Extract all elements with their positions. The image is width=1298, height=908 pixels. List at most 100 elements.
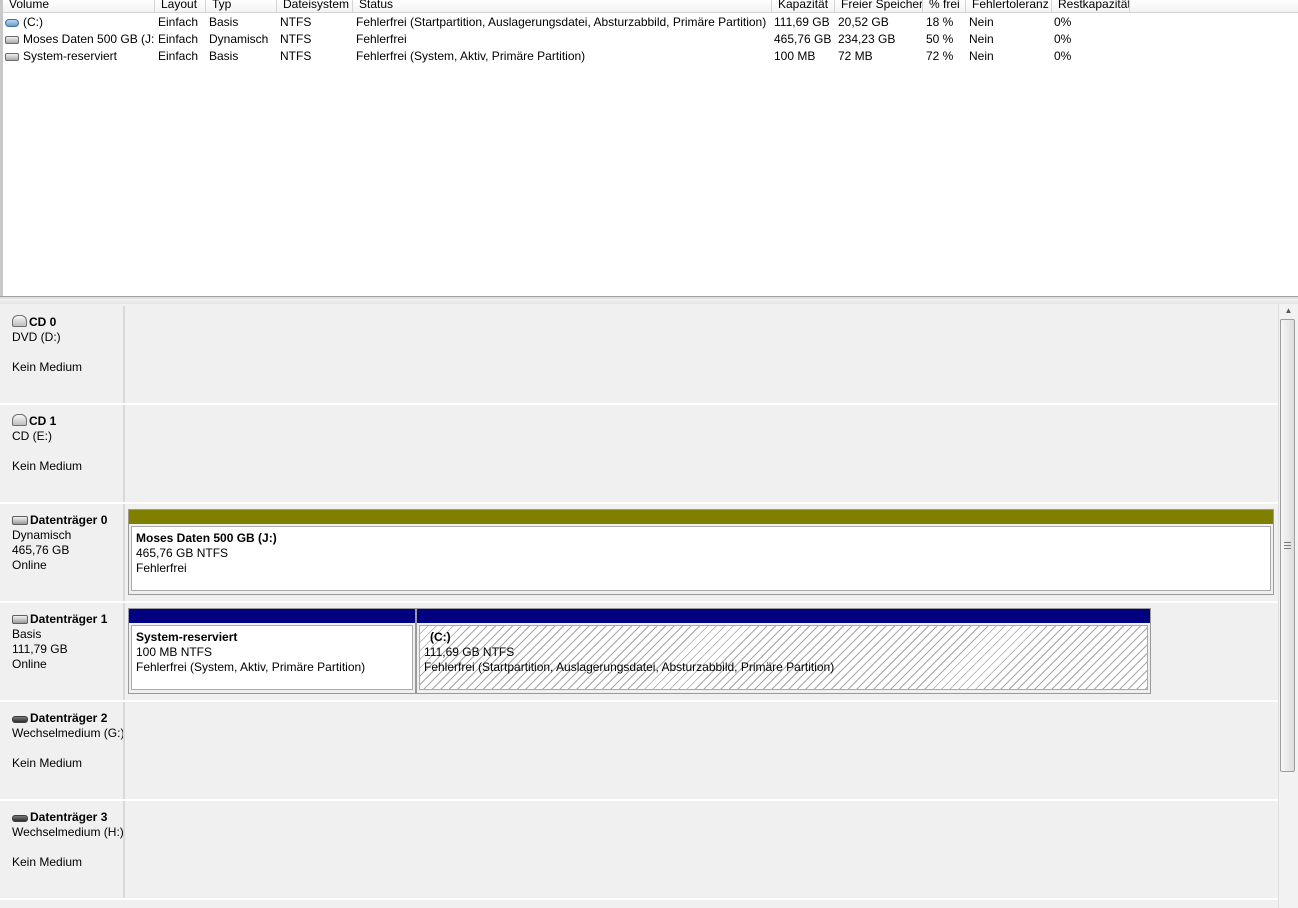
type-cell: Dynamisch [209, 32, 269, 46]
hard-drive-icon [5, 36, 19, 44]
disk-spacer [12, 444, 123, 459]
disk-type: Wechselmedium (H:) [12, 825, 124, 839]
fault-tolerance-cell: Nein [969, 15, 994, 29]
disk-row-cd0[interactable]: CD 0 DVD (D:) Kein Medium [0, 306, 1278, 405]
disk-view[interactable]: CD 0 DVD (D:) Kein Medium CD 1 CD (E:) K… [0, 304, 1278, 908]
column-header-free-space[interactable]: Freier Speicher [835, 0, 923, 12]
removable-disk-icon [12, 815, 28, 822]
hard-disk-icon [12, 516, 28, 525]
disk-name: Datenträger 2 [12, 711, 123, 726]
scroll-up-arrow-icon[interactable]: ▲ [1279, 304, 1298, 318]
partition-moses-daten-j[interactable]: Moses Daten 500 GB (J:) 465,76 GB NTFS F… [128, 509, 1274, 595]
column-header-percent-free[interactable]: % frei [923, 0, 966, 12]
type-cell: Basis [209, 49, 239, 63]
partition-status: Fehlerfrei [136, 561, 187, 575]
disk-area-disk0: Moses Daten 500 GB (J:) 465,76 GB NTFS F… [127, 504, 1278, 601]
disk-name-label: CD 1 [29, 414, 57, 428]
partition-size: 465,76 GB NTFS [136, 546, 229, 560]
partition-body-selected: (C:) 111,69 GB NTFS Fehlerfrei (Startpar… [419, 625, 1148, 690]
column-header-status[interactable]: Status [353, 0, 772, 12]
column-header-overhead[interactable]: Restkapazität [1052, 0, 1130, 12]
partition-color-bar [417, 609, 1150, 623]
disk-info-cd1[interactable]: CD 1 CD (E:) Kein Medium [0, 405, 125, 502]
cd-drive-icon [12, 414, 27, 426]
disk-info-cd0[interactable]: CD 0 DVD (D:) Kein Medium [0, 306, 125, 403]
disk-area-disk2[interactable] [127, 702, 1278, 799]
volume-name: System-reserviert [23, 49, 118, 63]
volume-cell: System-reserviert [5, 48, 155, 65]
disk-row-disk2[interactable]: Datenträger 2 Wechselmedium (G:) Kein Me… [0, 702, 1278, 801]
disk-status: Kein Medium [12, 459, 83, 473]
disk-row-disk3[interactable]: Datenträger 3 Wechselmedium (H:) Kein Me… [0, 801, 1278, 900]
disk-status: Kein Medium [12, 360, 83, 374]
disk-name-label: CD 0 [29, 315, 57, 329]
volume-cell: Moses Daten 500 GB (J:) [5, 31, 155, 48]
disk-type: CD (E:) [12, 429, 52, 443]
disk-name-label: Datenträger 1 [30, 612, 108, 626]
thumb-grip-icon [1284, 542, 1291, 549]
disk-info-disk2[interactable]: Datenträger 2 Wechselmedium (G:) Kein Me… [0, 702, 125, 799]
volume-name: Moses Daten 500 GB (J:) [23, 32, 155, 46]
free-space-cell: 20,52 GB [838, 15, 889, 29]
disk-info-disk3[interactable]: Datenträger 3 Wechselmedium (H:) Kein Me… [0, 801, 125, 898]
filesystem-cell: NTFS [280, 49, 312, 63]
capacity-cell: 111,69 GB [774, 15, 830, 29]
percent-free-cell: 72 % [926, 49, 954, 63]
partition-c[interactable]: (C:) 111,69 GB NTFS Fehlerfrei (Startpar… [416, 608, 1151, 694]
disk-status: Online [12, 657, 47, 671]
volume-row[interactable]: (C:) Einfach Basis NTFS Fehlerfrei (Star… [3, 14, 1298, 31]
layout-cell: Einfach [158, 49, 199, 63]
vertical-scrollbar[interactable]: ▲ [1278, 304, 1298, 908]
disk-info-disk1[interactable]: Datenträger 1 Basis 111,79 GB Online [0, 603, 125, 700]
filesystem-cell: NTFS [280, 15, 312, 29]
hard-disk-icon [12, 615, 28, 624]
disk-name: CD 1 [12, 414, 123, 429]
disk-name-label: Datenträger 2 [30, 711, 108, 725]
status-cell: Fehlerfrei [356, 32, 407, 46]
column-header-volume[interactable]: Volume [3, 0, 155, 12]
partition-system-reserved[interactable]: System-reserviert 100 MB NTFS Fehlerfrei… [128, 608, 416, 694]
column-header-type[interactable]: Typ [206, 0, 277, 12]
partition-body: System-reserviert 100 MB NTFS Fehlerfrei… [131, 625, 413, 690]
disk-area-disk3[interactable] [127, 801, 1278, 898]
disk-row-cd1[interactable]: CD 1 CD (E:) Kein Medium [0, 405, 1278, 504]
disk-name: Datenträger 1 [12, 612, 123, 627]
column-header-capacity[interactable]: Kapazität [772, 0, 835, 12]
cd-drive-icon [12, 315, 27, 327]
volume-name: (C:) [23, 15, 43, 29]
disk-status: Kein Medium [12, 756, 83, 770]
partition-size: 100 MB NTFS [136, 645, 213, 659]
capacity-cell: 465,76 GB [774, 32, 832, 46]
disk-area-cd0[interactable] [127, 306, 1278, 403]
disk-info-disk0[interactable]: Datenträger 0 Dynamisch 465,76 GB Online [0, 504, 125, 601]
volume-list[interactable]: Volume Layout Typ Dateisystem Status Kap… [0, 0, 1298, 296]
disk-row-disk0[interactable]: Datenträger 0 Dynamisch 465,76 GB Online… [0, 504, 1278, 603]
disk-status: Kein Medium [12, 855, 83, 869]
disk-name: Datenträger 3 [12, 810, 123, 825]
free-space-cell: 72 MB [838, 49, 873, 63]
disk-size: 465,76 GB [12, 543, 70, 557]
column-header-filesystem[interactable]: Dateisystem [277, 0, 353, 12]
disk-row-disk1[interactable]: Datenträger 1 Basis 111,79 GB Online Sys… [0, 603, 1278, 702]
column-header-fault-tolerance[interactable]: Fehlertoleranz [966, 0, 1052, 12]
volume-row[interactable]: Moses Daten 500 GB (J:) Einfach Dynamisc… [3, 31, 1298, 48]
status-cell: Fehlerfrei (Startpartition, Auslagerungs… [356, 15, 767, 29]
partition-name: Moses Daten 500 GB (J:) [136, 531, 277, 545]
pane-splitter[interactable] [0, 296, 1298, 304]
system-volume-icon [5, 19, 19, 27]
partition-size: 111,69 GB NTFS [424, 645, 515, 659]
disk-name-label: Datenträger 0 [30, 513, 108, 527]
disk-spacer [12, 840, 123, 855]
disk-area-disk1: System-reserviert 100 MB NTFS Fehlerfrei… [127, 603, 1278, 700]
fault-tolerance-cell: Nein [969, 49, 994, 63]
disk-size: 111,79 GB [12, 642, 68, 656]
column-header-layout[interactable]: Layout [155, 0, 206, 12]
partition-body: Moses Daten 500 GB (J:) 465,76 GB NTFS F… [131, 526, 1271, 591]
free-space-cell: 234,23 GB [838, 32, 896, 46]
disk-area-cd1[interactable] [127, 405, 1278, 502]
type-cell: Basis [209, 15, 239, 29]
disk-name: Datenträger 0 [12, 513, 123, 528]
scrollbar-thumb[interactable] [1280, 319, 1295, 772]
volume-cell: (C:) [5, 14, 155, 31]
volume-row[interactable]: System-reserviert Einfach Basis NTFS Feh… [3, 48, 1298, 65]
